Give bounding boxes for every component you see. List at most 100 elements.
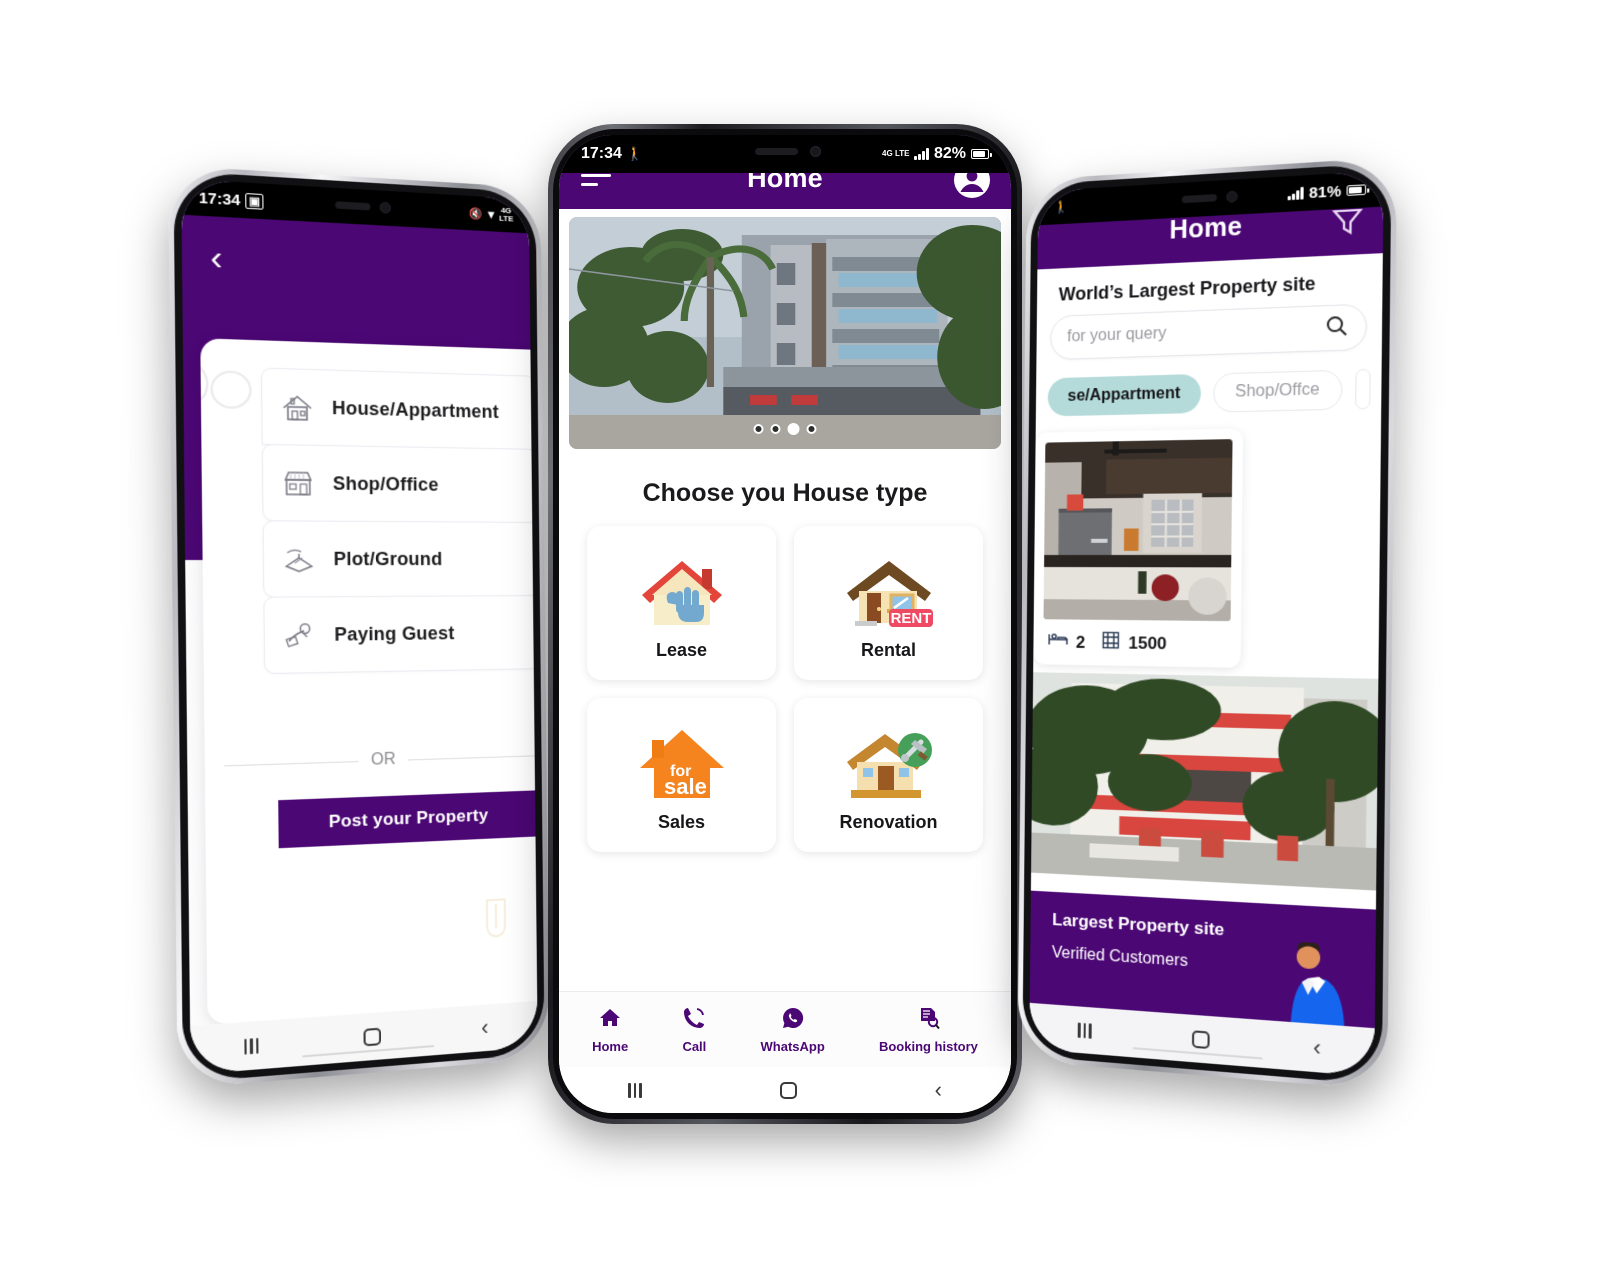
carousel-dots[interactable] <box>753 423 817 435</box>
search-icon[interactable] <box>1325 313 1349 342</box>
beds-value: 2 <box>1075 632 1086 652</box>
post-property-button[interactable]: Post your Property <box>278 790 536 849</box>
phone-mockup-center: Home 17:34 🚶 4G LTE 82% Choose you House… <box>548 124 1022 1124</box>
house-type-card-lease[interactable]: Lease <box>587 526 776 680</box>
area-icon <box>1101 630 1121 656</box>
house-type-grid: Lease RENT Rental for sale Sales Renovat… <box>559 526 1011 852</box>
house-type-label: Renovation <box>839 811 938 832</box>
list-item-label: Shop/Office <box>332 472 439 495</box>
options-sheet: House/Appartment Shop/Office Plot/Ground… <box>200 338 538 1025</box>
property-card[interactable]: 2 1500 <box>1033 428 1244 668</box>
apartment-building-photo <box>569 217 1001 449</box>
bottom-nav-item-whatsapp[interactable]: WhatsApp <box>761 1006 825 1054</box>
whatsapp-icon <box>781 1006 805 1035</box>
android-nav-bar-center: ‹ <box>559 1067 1011 1113</box>
gesture-hint-line <box>1132 1047 1264 1060</box>
bottom-navigation: Home Call WhatsApp Booking history <box>559 991 1011 1067</box>
svg-text:sale: sale <box>664 774 707 799</box>
bottom-nav-item-booking-history[interactable]: Booking history <box>879 1006 978 1054</box>
divider-line-left <box>224 760 359 766</box>
promo-illustration <box>1261 940 1365 1028</box>
recents-icon[interactable] <box>1078 1022 1092 1039</box>
back-icon[interactable]: ‹ <box>481 1014 489 1040</box>
search-placeholder: for your query <box>1067 324 1167 346</box>
list-item-shop-office[interactable]: Shop/Office <box>261 443 538 523</box>
carousel-dot[interactable] <box>770 424 781 434</box>
carousel-dot[interactable] <box>806 424 817 434</box>
earpiece-speaker <box>1181 193 1217 204</box>
list-item-plot-ground[interactable]: Plot/Ground <box>262 520 538 598</box>
house-type-card-rental[interactable]: RENT Rental <box>794 526 983 680</box>
back-button[interactable]: ‹ <box>210 237 223 278</box>
front-camera <box>809 146 821 157</box>
bottom-nav-label: WhatsApp <box>760 1038 825 1054</box>
category-chips: se/Appartment Shop/Offce <box>1036 350 1382 427</box>
property-meta: 2 1500 <box>1043 619 1231 659</box>
home-icon[interactable] <box>779 1081 797 1099</box>
list-item-label: House/Appartment <box>331 397 499 422</box>
paying-guest-icon <box>282 619 318 651</box>
front-camera <box>1225 190 1238 203</box>
gesture-hint-line <box>302 1045 435 1058</box>
beds-meta: 2 <box>1047 630 1085 654</box>
phone-screen-right: Home 🚶 81% World’s Largest Property site… <box>1029 170 1384 1077</box>
section-title: Choose you House type <box>642 479 928 507</box>
property-hero-image[interactable] <box>569 217 1001 449</box>
house-type-card-renovation[interactable]: Renovation <box>794 698 983 852</box>
filter-funnel-icon[interactable] <box>1329 203 1366 246</box>
property-type-list: House/Appartment Shop/Office Plot/Ground… <box>260 367 538 675</box>
bed-icon <box>1047 630 1069 653</box>
area-meta: 1500 <box>1101 630 1167 656</box>
home-icon <box>598 1006 622 1035</box>
house-icon <box>279 391 315 423</box>
phone-mockup-left: 17:34 ▣ 🔇 ▾ 4G LTE ‹ House/Appartment Sh… <box>167 165 550 1089</box>
house-type-label: Sales <box>657 811 706 832</box>
home-icon[interactable] <box>363 1027 381 1046</box>
or-divider: OR <box>224 746 535 775</box>
area-value: 1500 <box>1128 632 1167 653</box>
watermark-logo <box>479 893 513 944</box>
recents-icon[interactable] <box>244 1037 259 1055</box>
divider-line-right <box>407 754 535 760</box>
home-icon[interactable] <box>1191 1029 1210 1049</box>
earpiece-speaker <box>754 148 799 155</box>
screenshot-stage: 17:34 ▣ 🔇 ▾ 4G LTE ‹ House/Appartment Sh… <box>0 0 1600 1280</box>
property-photo-building[interactable] <box>1031 672 1379 891</box>
booking-history-icon <box>916 1006 941 1035</box>
chip-shop-office[interactable]: Shop/Offce <box>1213 369 1343 413</box>
house-tools-icon <box>841 718 937 810</box>
chip-more[interactable] <box>1354 368 1371 410</box>
bottom-nav-item-home[interactable]: Home <box>592 1006 628 1054</box>
phone-mockup-right: Home 🚶 81% World’s Largest Property site… <box>1017 157 1397 1091</box>
chip-house-apartment[interactable]: se/Appartment <box>1047 373 1202 417</box>
or-label: OR <box>370 750 396 769</box>
list-item-paying-guest[interactable]: Paying Guest <box>263 595 538 675</box>
house-type-card-sales[interactable]: for sale Sales <box>587 698 776 852</box>
bottom-nav-label: Call <box>682 1038 707 1054</box>
list-item-label: Plot/Ground <box>333 548 443 569</box>
bottom-nav-item-call[interactable]: Call <box>682 1006 706 1054</box>
svg-text:RENT: RENT <box>890 610 931 627</box>
earpiece-speaker <box>335 201 371 211</box>
back-icon[interactable]: ‹ <box>935 1079 942 1101</box>
recents-icon[interactable] <box>628 1082 642 1098</box>
bottom-nav-label: Home <box>592 1038 629 1054</box>
shop-icon <box>280 467 316 499</box>
phone-icon <box>682 1006 706 1035</box>
house-type-label: Lease <box>655 639 708 660</box>
front-camera <box>379 201 392 214</box>
house-hand-icon <box>636 546 728 638</box>
house-rent-sign-icon: RENT <box>841 546 937 638</box>
plot-icon <box>281 543 317 574</box>
back-icon[interactable]: ‹ <box>1313 1034 1321 1061</box>
notch <box>690 135 880 173</box>
carousel-dot-active[interactable] <box>787 423 800 435</box>
house-for-sale-icon: for sale <box>636 718 728 810</box>
hero-carousel[interactable] <box>559 209 1011 449</box>
property-photo-kitchen <box>1043 439 1233 622</box>
house-type-label: Rental <box>860 639 916 660</box>
bottom-nav-label: Booking history <box>878 1038 978 1054</box>
carousel-dot[interactable] <box>753 424 764 434</box>
list-item-label: Paying Guest <box>334 622 455 645</box>
list-item-house-apartment[interactable]: House/Appartment <box>260 367 538 450</box>
